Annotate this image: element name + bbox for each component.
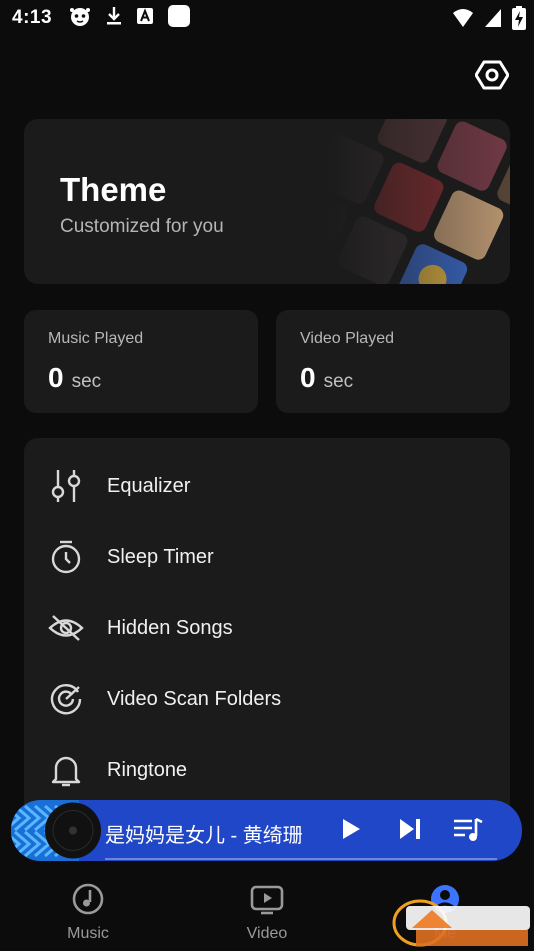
status-bar: 4:13 — [0, 0, 534, 36]
app-square-icon — [168, 4, 191, 32]
nav-tab-music[interactable]: Music — [38, 882, 138, 943]
android-debug-icon — [68, 5, 92, 32]
signal-icon — [484, 8, 502, 33]
wifi-icon — [452, 8, 474, 33]
menu-item-video-scan-folders[interactable]: Video Scan Folders — [24, 669, 510, 729]
video-play-icon — [250, 882, 284, 921]
player-progress-bar — [105, 858, 497, 860]
music-played-number: 0 — [48, 362, 64, 393]
eye-off-icon — [48, 610, 84, 646]
battery-charging-icon — [512, 6, 526, 35]
menu-item-hidden-songs[interactable]: Hidden Songs — [24, 598, 510, 658]
skip-next-button[interactable] — [394, 815, 426, 847]
scan-icon — [48, 681, 84, 717]
theme-title: Theme — [60, 171, 167, 208]
video-played-unit: sec — [323, 371, 354, 392]
player-song-title: 是妈妈是女儿 - 黄绮珊 — [105, 825, 303, 847]
nav-label-video: Video — [246, 925, 288, 942]
music-note-icon — [71, 882, 105, 921]
nav-label-music: Music — [67, 925, 109, 942]
menu-label-hidden-songs: Hidden Songs — [107, 616, 233, 639]
music-played-card: Music Played 0 sec — [24, 310, 258, 413]
skip-next-icon — [398, 817, 422, 846]
timer-icon — [48, 539, 84, 575]
music-played-label: Music Played — [48, 330, 144, 347]
playlist-icon — [452, 815, 484, 848]
theme-subtitle: Customized for you — [60, 216, 224, 237]
menu-card: Equalizer Sleep Timer Hidden Songs Video… — [24, 438, 510, 818]
music-played-unit: sec — [71, 371, 102, 392]
equalizer-icon — [48, 468, 84, 504]
menu-label-ringtone: Ringtone — [107, 758, 188, 781]
menu-label-sleep-timer: Sleep Timer — [107, 545, 214, 568]
music-played-value: 0 sec — [48, 362, 101, 394]
settings-button[interactable] — [474, 59, 510, 95]
album-art — [11, 800, 101, 861]
menu-item-sleep-timer[interactable]: Sleep Timer — [24, 527, 510, 587]
menu-label-video-scan-folders: Video Scan Folders — [107, 687, 282, 710]
mini-player[interactable]: 是妈妈是女儿 - 黄绮珊 — [11, 800, 522, 861]
video-played-label: Video Played — [300, 330, 394, 347]
theme-card[interactable]: Theme Customized for you — [24, 119, 510, 284]
menu-item-equalizer[interactable]: Equalizer — [24, 456, 510, 516]
play-button[interactable] — [335, 815, 367, 847]
playlist-button[interactable] — [452, 815, 484, 847]
video-played-number: 0 — [300, 362, 316, 393]
theme-artwork — [324, 119, 510, 284]
font-a-icon — [136, 7, 154, 30]
video-played-value: 0 sec — [300, 362, 353, 394]
nav-tab-video[interactable]: Video — [217, 882, 317, 943]
status-right-icons — [452, 6, 526, 35]
watermark-logo — [392, 899, 530, 947]
video-played-card: Video Played 0 sec — [276, 310, 510, 413]
play-icon — [340, 817, 362, 846]
menu-item-ringtone[interactable]: Ringtone — [24, 740, 510, 800]
download-icon — [106, 6, 122, 31]
menu-label-equalizer: Equalizer — [107, 474, 191, 497]
bell-icon — [48, 752, 84, 788]
status-left-icons — [68, 4, 191, 32]
hexagon-settings-icon — [474, 58, 510, 97]
status-time: 4:13 — [12, 7, 53, 28]
